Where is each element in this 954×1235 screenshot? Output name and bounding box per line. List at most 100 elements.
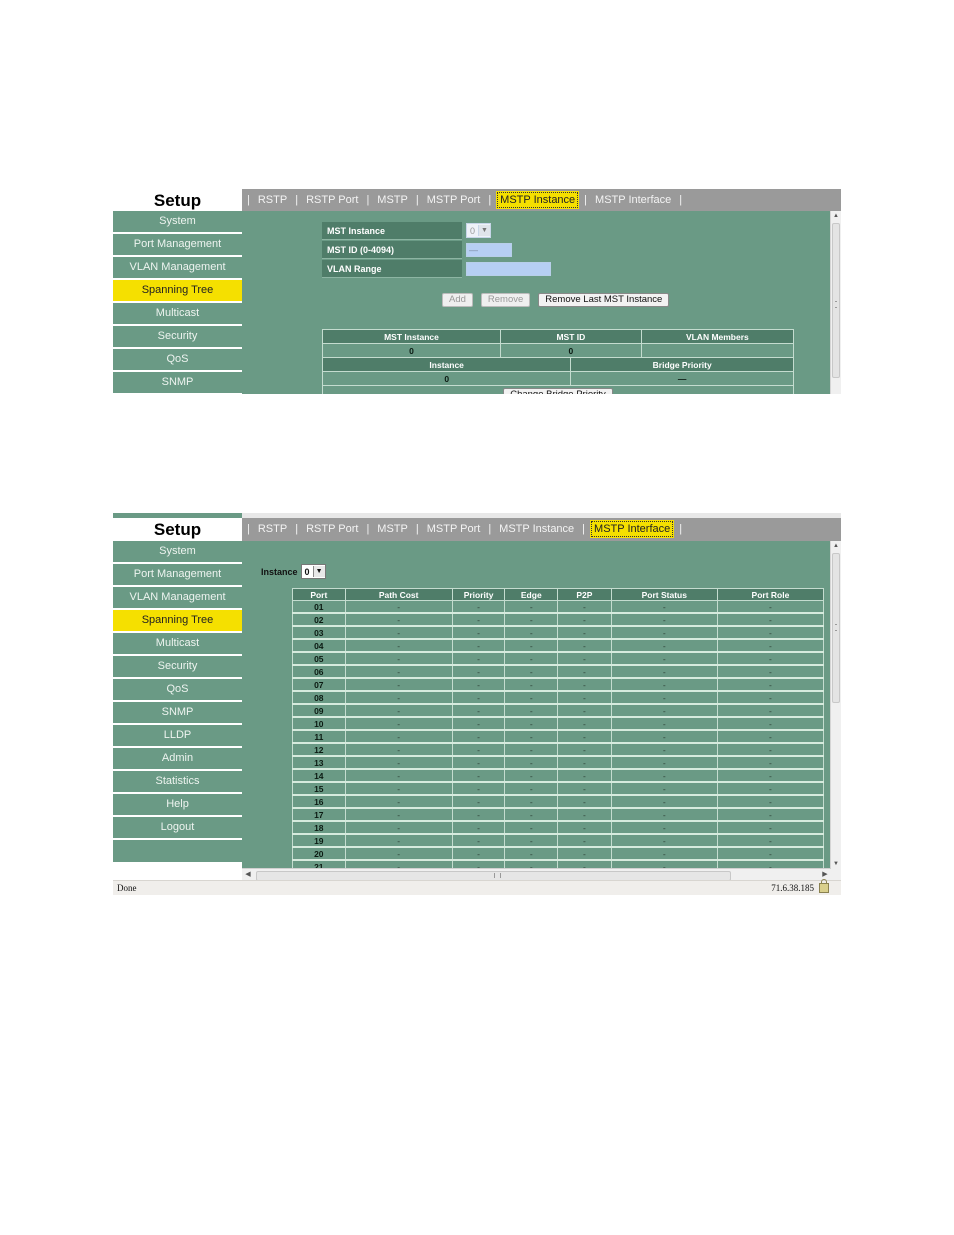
table-cell: -: [344, 756, 453, 770]
sidebar-item-spanning-tree[interactable]: Spanning Tree: [113, 280, 242, 301]
table-row: 0 0: [322, 343, 795, 358]
instance-select[interactable]: 0 ▼: [300, 564, 326, 579]
sidebar-item-security[interactable]: Security: [113, 656, 242, 677]
table-cell: -: [610, 652, 718, 666]
sidebar-item-empty: [113, 840, 242, 862]
table-cell: 0: [500, 343, 642, 358]
vlan-range-input[interactable]: [466, 261, 551, 276]
port-number: 12: [292, 743, 346, 757]
add-button[interactable]: Add: [442, 293, 473, 307]
table-cell: -: [451, 730, 506, 744]
tab-rstp-port[interactable]: RSTP Port: [303, 521, 361, 537]
tab-rstp-port[interactable]: RSTP Port: [303, 192, 361, 208]
sidebar-title: Setup: [113, 518, 242, 541]
table-cell: -: [451, 847, 506, 861]
mst-form: MST Instance 0 ▼ MST ID (0-4094) VLAN Ra…: [322, 221, 551, 278]
table-cell: -: [716, 600, 825, 614]
lock-icon: [819, 879, 829, 893]
sidebar-item-admin[interactable]: Admin: [113, 748, 242, 769]
table-cell: -: [451, 743, 506, 757]
change-bridge-priority-button[interactable]: Change Bridge Priority: [503, 387, 613, 394]
sidebar-item-multicast[interactable]: Multicast: [113, 633, 242, 654]
vertical-scrollbar[interactable]: ▲ ▼: [830, 541, 841, 869]
port-number: 14: [292, 769, 346, 783]
tab-bar: | RSTP | RSTP Port | MSTP | MSTP Port | MSTP Inst…: [242, 189, 841, 211]
table-cell: -: [610, 665, 718, 679]
port-number: 11: [292, 730, 346, 744]
sidebar-title: Setup: [113, 189, 242, 211]
tab-mstp-interface[interactable]: MSTP Interface: [590, 520, 675, 538]
column-header-port-status: Port Status: [610, 588, 718, 601]
scroll-down-icon[interactable]: ▼: [831, 859, 841, 869]
sidebar-item-snmp[interactable]: SNMP: [113, 702, 242, 723]
tab-mstp-port[interactable]: MSTP Port: [424, 521, 484, 537]
table-cell: -: [451, 626, 506, 640]
column-header-p2p: P2P: [557, 588, 612, 601]
sidebar-item-snmp[interactable]: SNMP: [113, 372, 242, 393]
scroll-thumb[interactable]: [832, 553, 840, 703]
table-row: 08- - - - - -: [292, 691, 825, 705]
sidebar-item-port-management[interactable]: Port Management: [113, 564, 242, 585]
sidebar-item-logout[interactable]: Logout: [113, 817, 242, 838]
table-cell: -: [610, 795, 718, 809]
mst-instance-select[interactable]: 0 ▼: [466, 223, 492, 238]
tab-rstp[interactable]: RSTP: [255, 521, 290, 537]
table-cell: -: [504, 756, 559, 770]
mst-instance-label: MST Instance: [322, 221, 462, 240]
table-row: 11- - - - - -: [292, 730, 825, 744]
column-header-priority: Priority: [451, 588, 506, 601]
sidebar-item-system[interactable]: System: [113, 211, 242, 232]
tab-mstp[interactable]: MSTP: [374, 521, 411, 537]
tab-mstp-instance[interactable]: MSTP Instance: [496, 191, 580, 209]
sidebar-item-statistics[interactable]: Statistics: [113, 771, 242, 792]
sidebar-item-spanning-tree[interactable]: Spanning Tree: [113, 610, 242, 631]
remove-last-mst-instance-button[interactable]: Remove Last MST Instance: [538, 293, 670, 307]
table-cell: -: [344, 795, 453, 809]
status-bar: Done 71.6.38.185: [113, 879, 841, 895]
chevron-down-icon[interactable]: ▼: [312, 566, 325, 577]
remove-button[interactable]: Remove: [480, 293, 531, 307]
table-cell: [640, 343, 795, 358]
port-number: 01: [292, 600, 346, 614]
scroll-up-icon[interactable]: ▲: [831, 211, 841, 221]
table-cell: -: [716, 782, 825, 796]
table-cell: -: [610, 769, 718, 783]
tab-mstp-interface[interactable]: MSTP Interface: [592, 192, 674, 208]
tab-mstp-port[interactable]: MSTP Port: [424, 192, 484, 208]
mst-id-input[interactable]: [466, 242, 512, 257]
table-cell: -: [557, 847, 612, 861]
tab-mstp[interactable]: MSTP: [374, 192, 411, 208]
table-cell: -: [344, 665, 453, 679]
tab-rstp[interactable]: RSTP: [255, 192, 290, 208]
table-cell: -: [504, 639, 559, 653]
sidebar-item-qos[interactable]: QoS: [113, 679, 242, 700]
table-cell: -: [610, 613, 718, 627]
port-number: 20: [292, 847, 346, 861]
scroll-thumb[interactable]: [832, 223, 840, 378]
sidebar-item-multicast[interactable]: Multicast: [113, 303, 242, 324]
tab-mstp-instance[interactable]: MSTP Instance: [496, 521, 577, 537]
chevron-down-icon[interactable]: ▼: [478, 225, 491, 236]
table-cell: -: [344, 834, 453, 848]
sidebar-item-security[interactable]: Security: [113, 326, 242, 347]
scroll-up-icon[interactable]: ▲: [831, 541, 841, 551]
table-cell: -: [716, 808, 825, 822]
table-cell: -: [557, 821, 612, 835]
table-row: 0 —: [321, 371, 794, 386]
sidebar-item-lldp[interactable]: LLDP: [113, 725, 242, 746]
sidebar-item-vlan-management[interactable]: VLAN Management: [113, 587, 242, 608]
sidebar-item-help[interactable]: Help: [113, 794, 242, 815]
table-cell: -: [610, 756, 718, 770]
action-buttons: Add Remove Remove Last MST Instance: [442, 293, 670, 307]
sidebar-item-vlan-management[interactable]: VLAN Management: [113, 257, 242, 278]
table-cell: -: [504, 704, 559, 718]
vertical-scrollbar[interactable]: ▲: [830, 211, 841, 394]
sidebar-item-port-management[interactable]: Port Management: [113, 234, 242, 255]
table-cell: -: [557, 639, 612, 653]
table-cell: -: [504, 821, 559, 835]
sidebar-item-qos[interactable]: QoS: [113, 349, 242, 370]
tab-separator: |: [295, 523, 299, 535]
table-cell: -: [504, 691, 559, 705]
sidebar-item-system[interactable]: System: [113, 541, 242, 562]
column-header: MST ID: [500, 329, 642, 344]
